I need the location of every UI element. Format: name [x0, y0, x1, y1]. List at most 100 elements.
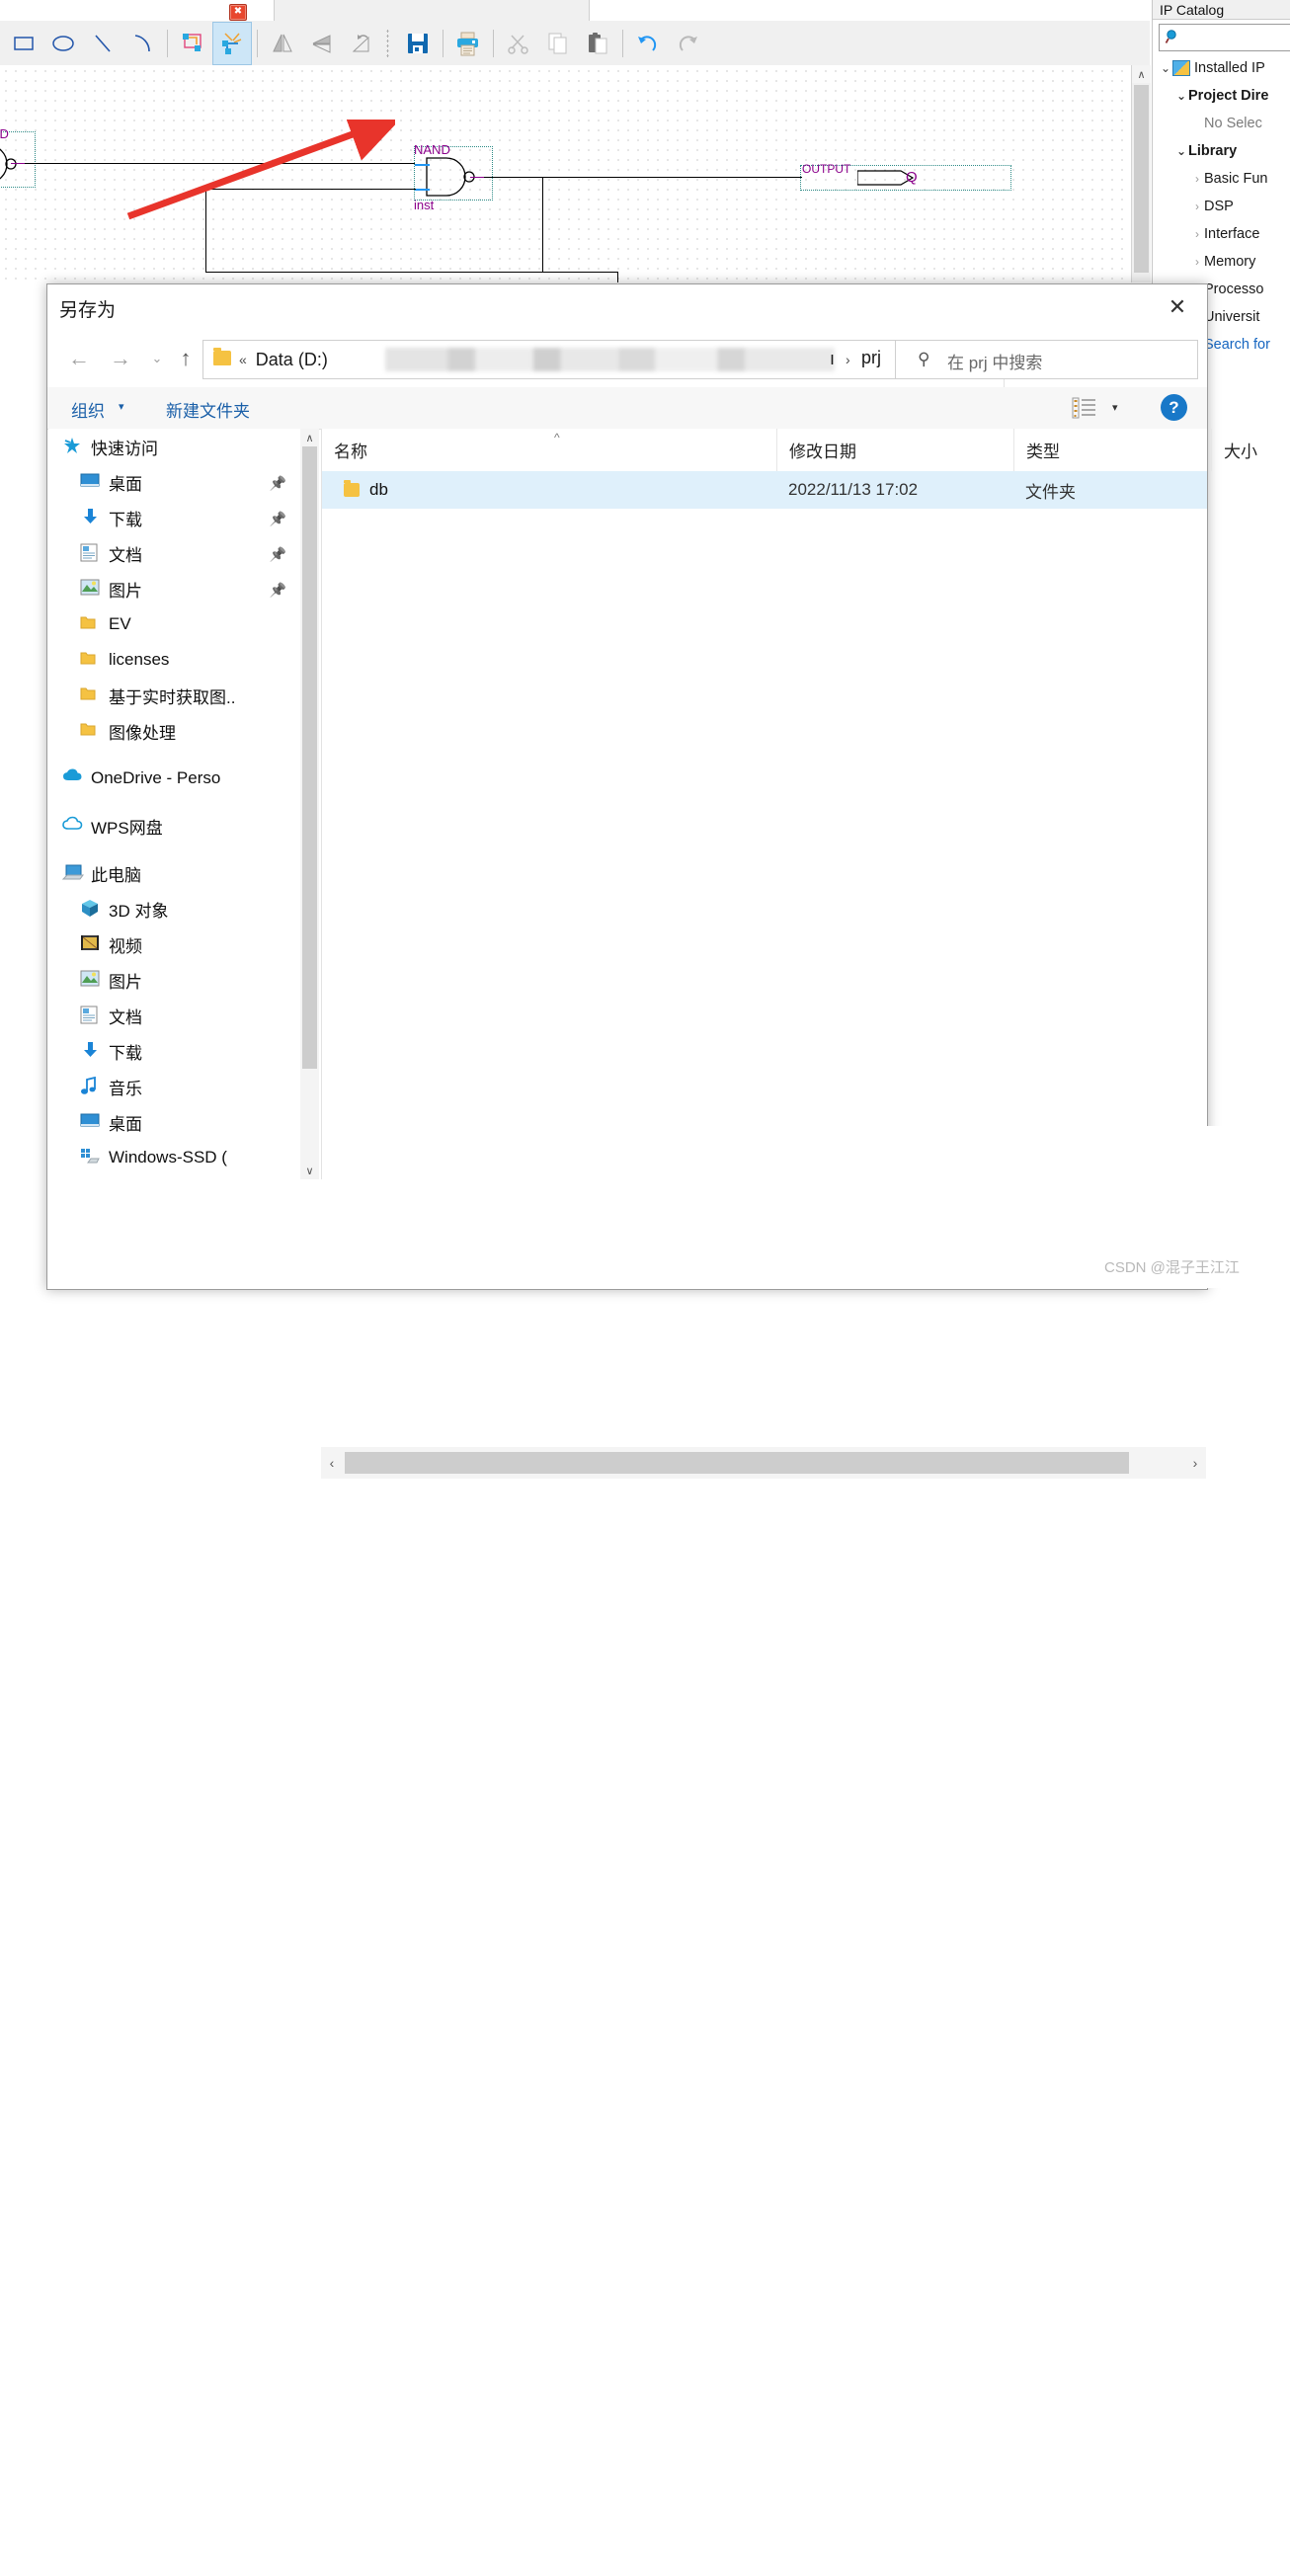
scrollbar-thumb[interactable]	[302, 446, 317, 1069]
arc-tool-icon[interactable]	[122, 22, 162, 65]
column-header[interactable]: 名称	[322, 429, 776, 471]
chevron-right-icon[interactable]: ›	[1190, 200, 1204, 213]
column-header[interactable]: 大小	[1211, 429, 1270, 471]
scrollbar-thumb[interactable]	[345, 1452, 1129, 1474]
scrollbar-thumb[interactable]	[1134, 85, 1149, 273]
pin-icon[interactable]: 📌	[270, 475, 286, 492]
nav-pane-item[interactable]: 3D 对象	[48, 891, 300, 926]
help-icon[interactable]: ?	[1161, 394, 1187, 421]
table-row[interactable]: db 2022/11/13 17:02 文件夹	[322, 471, 1207, 509]
nav-pane-item[interactable]: 下载	[48, 1033, 300, 1069]
chevron-up-icon[interactable]: ∧	[300, 429, 319, 446]
flip-horizontal-icon[interactable]	[263, 22, 302, 65]
ip-catalog-search-input[interactable]	[1159, 24, 1290, 51]
scroll-right-icon[interactable]: ›	[1184, 1447, 1206, 1479]
chevron-down-icon[interactable]: ▾	[1112, 401, 1118, 414]
save-icon[interactable]	[398, 22, 438, 65]
nav-pane-item[interactable]: 文档	[48, 998, 300, 1033]
nav-pane-item[interactable]: 图像处理	[48, 713, 300, 749]
pin-icon[interactable]: 📌	[270, 546, 286, 563]
breadcrumb-root[interactable]: Data (D:)	[256, 350, 328, 370]
view-layout-icon[interactable]	[1072, 396, 1097, 420]
navigation-pane[interactable]: 快速访问 桌面 📌 下载 📌 文档 📌 图片 📌 EV licenses 基于实时获取图.. 图像处理 O…	[48, 429, 300, 1179]
editor-tab-inactive[interactable]	[275, 0, 590, 22]
ip-tree-item[interactable]: No Selec	[1153, 110, 1290, 137]
wire	[25, 163, 415, 164]
nav-pane-item[interactable]: 桌面 📌	[48, 464, 300, 500]
chevron-right-icon[interactable]: ›	[1190, 172, 1204, 186]
music-icon	[80, 1076, 102, 1096]
nav-pane-item[interactable]: 视频	[48, 926, 300, 962]
nav-pane-item[interactable]: 桌面	[48, 1104, 300, 1140]
ip-tree-item[interactable]: ⌄ Installed IP	[1153, 54, 1290, 82]
diagonal-node-tool-icon[interactable]	[212, 21, 252, 65]
nav-pane-item[interactable]: 图片 📌	[48, 571, 300, 606]
chevron-down-icon[interactable]: ∨	[300, 1162, 319, 1179]
nav-pane-item[interactable]: OneDrive - Perso	[48, 761, 300, 796]
nav-pane-item[interactable]: 文档 📌	[48, 535, 300, 571]
ip-tree-item[interactable]: › Interface	[1153, 220, 1290, 248]
search-input[interactable]: ⚲ 在 prj 中搜索	[895, 340, 1198, 379]
close-tab-icon[interactable]: ✖	[229, 4, 247, 21]
flip-vertical-icon[interactable]	[302, 22, 342, 65]
print-icon[interactable]	[448, 22, 488, 65]
nav-pane-item[interactable]: licenses	[48, 642, 300, 678]
rotate-icon[interactable]	[342, 22, 381, 65]
chevron-down-icon[interactable]: ▾	[119, 400, 124, 413]
nav-pane-item[interactable]: 快速访问	[48, 429, 300, 464]
breadcrumb-separator: ›	[846, 352, 850, 367]
pin-icon[interactable]: 📌	[270, 582, 286, 599]
nav-pane-item[interactable]: WPS网盘	[48, 808, 300, 844]
toolbar-drag-handle[interactable]	[386, 28, 389, 58]
breadcrumb-current[interactable]: prj	[861, 348, 881, 368]
ip-tree-item[interactable]: › Basic Fun	[1153, 165, 1290, 193]
arrow-right-icon[interactable]: →	[106, 344, 135, 373]
column-header[interactable]: 类型	[1013, 429, 1211, 471]
close-icon[interactable]: ✕	[1156, 290, 1199, 324]
ip-tree-item[interactable]: › DSP	[1153, 193, 1290, 220]
line-tool-icon[interactable]	[83, 22, 122, 65]
navigation-pane-scrollbar[interactable]: ∧ ∨	[300, 429, 319, 1179]
copy-icon[interactable]	[538, 22, 578, 65]
organize-button[interactable]: 组织	[71, 397, 105, 422]
ip-tree-item[interactable]: ⌄ Project Dire	[1153, 82, 1290, 110]
redo-icon[interactable]	[668, 22, 707, 65]
nav-pane-item-label: 桌面	[109, 474, 142, 494]
schematic-canvas[interactable]: NAND inst NAND NAND inst	[0, 65, 1131, 282]
arrow-left-icon[interactable]: ←	[64, 344, 94, 373]
ip-tree-item[interactable]: › Memory	[1153, 248, 1290, 276]
nav-pane-item[interactable]: 图片	[48, 962, 300, 998]
ip-tree-item[interactable]: ⌄ Library	[1153, 137, 1290, 165]
ip-catalog-title: IP Catalog	[1153, 0, 1290, 20]
toolbar-separator	[622, 29, 623, 57]
undo-icon[interactable]	[628, 22, 668, 65]
file-list-horizontal-scrollbar[interactable]: ‹ ›	[321, 1447, 1206, 1479]
chevron-down-icon[interactable]: ⌄	[1159, 61, 1172, 75]
cut-icon[interactable]	[499, 22, 538, 65]
column-header[interactable]: 修改日期	[776, 429, 1013, 471]
nav-pane-item[interactable]: Windows-SSD (	[48, 1140, 300, 1175]
scroll-left-icon[interactable]: ‹	[321, 1447, 343, 1479]
chevron-down-icon[interactable]: ⌄	[1174, 144, 1188, 158]
chevron-right-icon[interactable]: ›	[1190, 227, 1204, 241]
nav-pane-item[interactable]: EV	[48, 606, 300, 642]
nav-pane-item-label: 桌面	[109, 1114, 142, 1134]
new-folder-button[interactable]: 新建文件夹	[166, 397, 250, 422]
breadcrumb[interactable]: « Data (D:) ı › prj ⌄	[202, 340, 1027, 387]
ellipse-tool-icon[interactable]	[43, 22, 83, 65]
scroll-up-icon[interactable]: ∧	[1132, 65, 1151, 83]
nav-pane-item[interactable]: 音乐	[48, 1069, 300, 1104]
paste-icon[interactable]	[578, 22, 617, 65]
nav-pane-item[interactable]: 此电脑	[48, 855, 300, 891]
chevron-down-icon[interactable]: ⌄	[1174, 89, 1188, 103]
orthogonal-node-tool-icon[interactable]	[173, 22, 212, 65]
nav-pane-item[interactable]: 基于实时获取图..	[48, 678, 300, 713]
canvas-vertical-scrollbar[interactable]: ∧	[1131, 65, 1151, 282]
chevron-right-icon[interactable]: ›	[1190, 255, 1204, 269]
arrow-up-icon[interactable]: ↑	[171, 344, 201, 373]
file-list[interactable]: ^ 名称 修改日期 类型 大小 db 2022/11/13 17:02 文件夹	[321, 429, 1257, 1179]
rectangle-tool-icon[interactable]	[4, 22, 43, 65]
nav-pane-item[interactable]: 下载 📌	[48, 500, 300, 535]
chevron-down-icon[interactable]: ⌄	[142, 344, 172, 373]
pin-icon[interactable]: 📌	[270, 511, 286, 527]
